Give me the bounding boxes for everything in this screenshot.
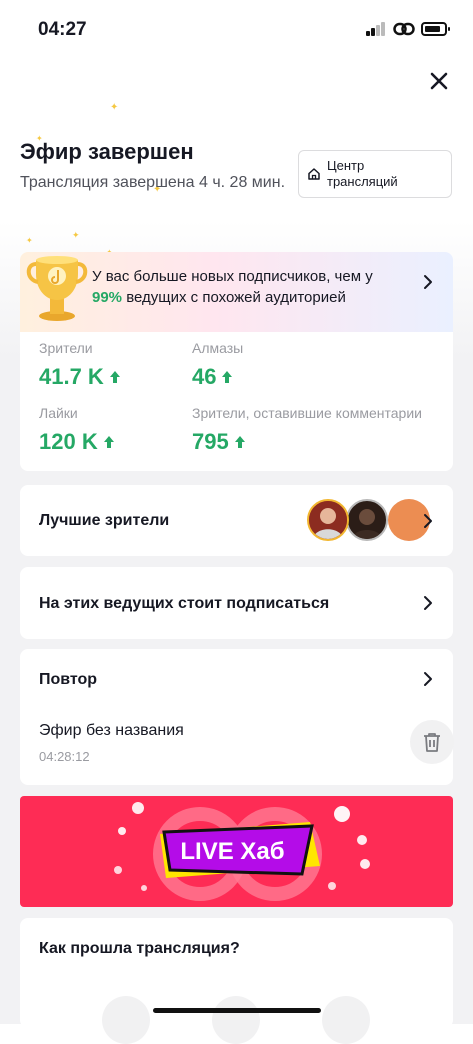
stat-viewers: Зрители 41.7 K (39, 340, 121, 390)
rate-question: Как прошла трансляция? (39, 940, 240, 957)
sparkle-icon: ✦ (72, 230, 80, 240)
insight-text: У вас больше новых подписчиков, чем у 99… (92, 268, 373, 306)
chevron-right-icon (424, 596, 432, 610)
delete-button[interactable] (410, 720, 454, 764)
trash-icon (424, 733, 440, 752)
page-subtitle: Трансляция завершена 4 ч. 28 мин. (20, 174, 286, 191)
rating-sad-icon[interactable] (102, 996, 150, 1044)
arrow-up-icon (222, 371, 233, 383)
replay-item-duration: 04:28:12 (39, 749, 90, 764)
recommended-hosts-row[interactable]: На этих ведущих стоит подписаться (20, 567, 453, 639)
sparkle-icon: ✦ (26, 236, 33, 245)
signal-icon (366, 22, 386, 36)
chevron-right-icon (424, 672, 432, 686)
replay-header[interactable]: Повтор (20, 649, 453, 707)
replay-label: Повтор (39, 671, 98, 688)
arrow-up-icon (109, 371, 120, 383)
top-viewers-row[interactable]: Лучшие зрители (20, 485, 453, 556)
live-center-label: Центр трансляций (327, 158, 398, 189)
chevron-right-icon (424, 275, 432, 289)
stat-diamonds: Алмазы 46 (192, 340, 244, 389)
replay-card: Повтор Эфир без названия 04:28:12 (20, 649, 454, 785)
rating-neutral-icon[interactable] (212, 996, 260, 1044)
status-time: 04:27 (38, 19, 87, 40)
insight-banner[interactable]: У вас больше новых подписчиков, чем у 99… (20, 252, 453, 332)
trophy-icon (26, 256, 88, 321)
recommended-hosts-label: На этих ведущих стоит подписаться (39, 595, 330, 612)
status-bar: 04:27 (0, 0, 473, 60)
page-title: Эфир завершен (20, 139, 194, 164)
avatar (346, 499, 388, 541)
chevron-right-icon (424, 514, 432, 528)
close-icon[interactable] (424, 66, 454, 96)
battery-icon (421, 22, 450, 36)
top-viewers-label: Лучшие зрители (39, 512, 170, 529)
live-center-button[interactable]: Центр трансляций (298, 150, 452, 198)
link-icon (393, 22, 415, 36)
home-icon (308, 168, 320, 180)
stats-card: У вас больше новых подписчиков, чем у 99… (20, 252, 453, 471)
arrow-up-icon (103, 436, 114, 448)
sparkle-icon: ✦ (110, 102, 119, 113)
replay-item-title[interactable]: Эфир без названия (39, 722, 184, 740)
stat-commenters: Зрители, оставившие комментарии 795 (192, 405, 422, 454)
rating-happy-icon[interactable] (322, 996, 370, 1044)
stat-likes: Лайки 120 K (39, 405, 115, 455)
avatar (307, 499, 349, 541)
live-hub-label: LIVE Хаб (180, 838, 285, 865)
home-indicator (153, 1008, 321, 1013)
insight-percent: 99% (92, 289, 123, 306)
arrow-up-icon (234, 436, 245, 448)
